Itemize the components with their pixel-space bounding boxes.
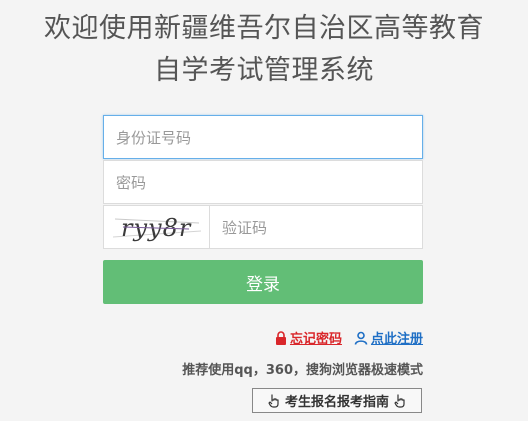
register-label: 点此注册 <box>370 332 423 347</box>
captcha-row: ryy8r 验证码 <box>103 205 423 249</box>
hand-pointer-left-icon <box>268 394 279 408</box>
captcha-image[interactable]: ryy8r <box>103 205 209 249</box>
page-title-line2: 自学考试管理系统 <box>154 55 374 86</box>
id-number-placeholder: 身份证号码 <box>116 128 192 147</box>
register-link[interactable]: 点此注册 <box>354 328 423 347</box>
captcha-input[interactable]: 验证码 <box>209 205 423 249</box>
login-form: 身份证号码 密码 ryy8r 验证码 登录 <box>103 115 423 304</box>
login-button-label: 登录 <box>246 274 280 295</box>
login-button[interactable]: 登录 <box>103 260 423 304</box>
id-number-input[interactable]: 身份证号码 <box>103 115 423 159</box>
exam-guide-label: 考生报名报考指南 <box>284 395 389 410</box>
forgot-password-label: 忘记密码 <box>289 332 342 347</box>
password-placeholder: 密码 <box>116 173 147 192</box>
page-title-line1: 欢迎使用新疆维吾尔自治区高等教育 <box>44 13 484 44</box>
lock-icon <box>275 330 286 345</box>
exam-guide-button[interactable]: 考生报名报考指南 <box>252 388 422 413</box>
captcha-placeholder: 验证码 <box>222 218 268 237</box>
page-title: 欢迎使用新疆维吾尔自治区高等教育 自学考试管理系统 <box>0 8 528 92</box>
auth-links: 忘记密码 点此注册 <box>275 328 423 347</box>
captcha-graphic: ryy8r <box>112 214 201 242</box>
browser-recommendation: 推荐使用qq，360，搜狗浏览器极速模式 <box>182 363 423 378</box>
user-icon <box>354 331 368 345</box>
forgot-password-link[interactable]: 忘记密码 <box>275 328 342 347</box>
hand-pointer-right-icon <box>394 394 405 408</box>
password-input[interactable]: 密码 <box>103 160 423 204</box>
